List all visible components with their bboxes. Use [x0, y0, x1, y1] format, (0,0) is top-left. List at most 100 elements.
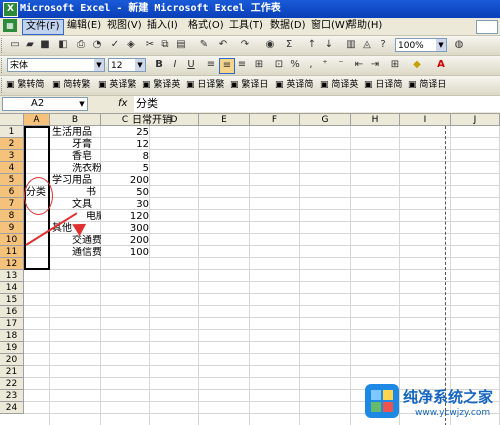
italic-button[interactable]: I: [168, 58, 182, 72]
item-value[interactable]: 5: [101, 163, 149, 175]
row-header[interactable]: 10: [0, 234, 24, 246]
copy-icon[interactable]: ⧉: [158, 38, 172, 52]
item-name[interactable]: 学习用品: [52, 175, 92, 187]
office-help-icon[interactable]: ◍: [452, 38, 466, 52]
align-right-icon[interactable]: ≡: [235, 58, 249, 72]
underline-button[interactable]: U: [184, 58, 198, 72]
item-name[interactable]: 交通费: [72, 235, 101, 247]
row-header[interactable]: 23: [0, 390, 24, 402]
chart-wizard-icon[interactable]: ▥: [344, 38, 358, 52]
research-icon[interactable]: ◈: [124, 38, 138, 52]
row-header[interactable]: 11: [0, 246, 24, 258]
row-header[interactable]: 14: [0, 282, 24, 294]
save-icon[interactable]: ■: [38, 38, 52, 52]
merge-center-icon[interactable]: ⊞: [252, 58, 266, 72]
btn-fan-to-en[interactable]: ▣ 繁译英: [142, 78, 180, 92]
help-icon[interactable]: ?: [376, 38, 390, 52]
row-header[interactable]: 19: [0, 342, 24, 354]
font-size-select[interactable]: 12 ▼: [108, 58, 146, 72]
spelling-icon[interactable]: ✓: [108, 38, 122, 52]
undo-icon[interactable]: ↶: [216, 38, 230, 52]
row-header[interactable]: 15: [0, 294, 24, 306]
formula-input[interactable]: 分类: [134, 96, 500, 112]
sheet-title[interactable]: 日常开销: [132, 115, 192, 127]
column-header[interactable]: F: [250, 114, 300, 126]
percent-icon[interactable]: %: [288, 58, 302, 72]
chevron-down-icon[interactable]: ▼: [94, 59, 104, 71]
decrease-indent-icon[interactable]: ⇤: [352, 58, 366, 72]
item-value[interactable]: 120: [101, 211, 149, 223]
menu-data[interactable]: 数据(D): [267, 19, 309, 33]
menu-tools[interactable]: 工具(T): [226, 19, 266, 33]
redo-icon[interactable]: ↷: [238, 38, 252, 52]
row-header[interactable]: 21: [0, 366, 24, 378]
borders-icon[interactable]: ⊞: [388, 58, 402, 72]
drawing-icon[interactable]: ◬: [360, 38, 374, 52]
btn-jian-to-fan[interactable]: ▣ 简转繁: [52, 78, 90, 92]
column-header[interactable]: H: [351, 114, 400, 126]
row-header[interactable]: 6: [0, 186, 24, 198]
item-name[interactable]: 电脑器: [86, 211, 101, 223]
item-value[interactable]: 50: [101, 187, 149, 199]
row-header[interactable]: 12: [0, 258, 24, 270]
item-value[interactable]: 300: [101, 223, 149, 235]
increase-decimal-icon[interactable]: ⁺: [318, 58, 332, 72]
zoom-select[interactable]: 100% ▼: [395, 38, 447, 52]
row-header[interactable]: 3: [0, 150, 24, 162]
row-header[interactable]: 5: [0, 174, 24, 186]
align-center-icon[interactable]: ≡: [219, 58, 235, 74]
row-header[interactable]: 22: [0, 378, 24, 390]
btn-fan-to-jp[interactable]: ▣ 繁译日: [230, 78, 268, 92]
column-header[interactable]: G: [300, 114, 351, 126]
row-header[interactable]: 13: [0, 270, 24, 282]
menu-insert[interactable]: 插入(I): [144, 19, 181, 33]
increase-indent-icon[interactable]: ⇥: [368, 58, 382, 72]
toolbar-grip[interactable]: [1, 58, 5, 73]
row-header[interactable]: 20: [0, 354, 24, 366]
row-header[interactable]: 16: [0, 306, 24, 318]
document-icon[interactable]: ▦: [3, 19, 17, 32]
excel-x-icon[interactable]: X: [3, 2, 18, 17]
column-header[interactable]: I: [400, 114, 451, 126]
row-header[interactable]: 18: [0, 330, 24, 342]
chevron-down-icon[interactable]: ▼: [436, 39, 446, 51]
currency-icon[interactable]: ⊡: [272, 58, 286, 72]
decrease-decimal-icon[interactable]: ⁻: [334, 58, 348, 72]
toolbar-grip[interactable]: [1, 78, 5, 93]
item-name[interactable]: 文具: [72, 199, 92, 211]
item-name[interactable]: 通信费: [72, 247, 101, 259]
name-box[interactable]: A2 ▼: [2, 97, 88, 111]
print-icon[interactable]: ⎙: [74, 38, 88, 52]
align-left-icon[interactable]: ≡: [204, 58, 218, 72]
row-header[interactable]: 24: [0, 402, 24, 414]
menu-file[interactable]: 文件(F): [22, 19, 64, 35]
column-header[interactable]: E: [199, 114, 250, 126]
row-header[interactable]: 1: [0, 126, 24, 138]
item-name[interactable]: 生活用品: [52, 127, 92, 139]
format-painter-icon[interactable]: ✎: [197, 38, 211, 52]
item-name[interactable]: 书: [86, 187, 96, 199]
print-preview-icon[interactable]: ◔: [90, 38, 104, 52]
btn-jp-to-fan[interactable]: ▣ 日译繁: [186, 78, 224, 92]
item-value[interactable]: 200: [101, 175, 149, 187]
btn-jian-to-en[interactable]: ▣ 简译英: [320, 78, 358, 92]
font-color-icon[interactable]: A: [434, 58, 448, 72]
row-header[interactable]: 8: [0, 210, 24, 222]
menu-edit[interactable]: 编辑(E): [64, 19, 104, 33]
row-header[interactable]: 17: [0, 318, 24, 330]
sort-ascending-icon[interactable]: ↑: [305, 38, 319, 52]
fill-color-icon[interactable]: ◆: [410, 58, 424, 72]
toolbar-grip[interactable]: [1, 38, 5, 53]
autosum-icon[interactable]: Σ: [282, 38, 296, 52]
chevron-down-icon[interactable]: ▼: [77, 98, 87, 110]
btn-fan-to-jian[interactable]: ▣ 繁转简: [6, 78, 44, 92]
item-value[interactable]: 12: [101, 139, 149, 151]
paste-icon[interactable]: ▤: [174, 38, 188, 52]
item-name[interactable]: 香皂: [72, 151, 92, 163]
sort-descending-icon[interactable]: ↓: [322, 38, 336, 52]
btn-jp-to-jian[interactable]: ▣ 日译简: [364, 78, 402, 92]
row-header[interactable]: 2: [0, 138, 24, 150]
item-name[interactable]: 牙膏: [72, 139, 92, 151]
new-icon[interactable]: ▭: [8, 38, 22, 52]
item-value[interactable]: 200: [101, 235, 149, 247]
